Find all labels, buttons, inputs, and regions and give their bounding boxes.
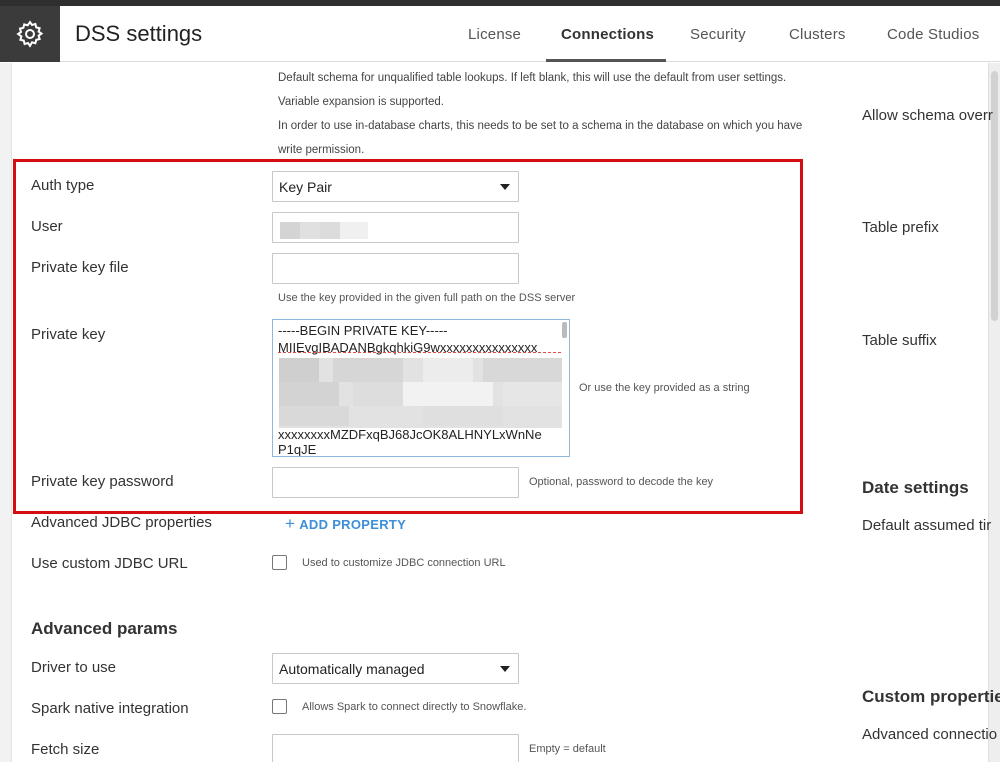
custom-properties-title: Custom propertie <box>862 687 1000 706</box>
tab-clusters[interactable]: Clusters <box>789 26 846 43</box>
chevron-down-icon <box>500 666 510 672</box>
fetch-size-label: Fetch size <box>31 741 100 758</box>
tab-security[interactable]: Security <box>690 26 746 43</box>
advanced-jdbc-label: Advanced JDBC properties <box>31 514 212 531</box>
gear-icon <box>16 20 44 48</box>
allow-schema-label: Allow schema overr <box>862 107 993 124</box>
driver-select[interactable]: Automatically managed <box>272 653 519 684</box>
left-gutter <box>0 63 12 762</box>
schema-description-1: Default schema for unqualified table loo… <box>278 72 787 84</box>
tab-license[interactable]: License <box>468 26 521 43</box>
table-prefix-label: Table prefix <box>862 219 939 236</box>
custom-jdbc-url-checkbox[interactable] <box>272 555 287 570</box>
driver-label: Driver to use <box>31 659 117 676</box>
add-property-label: ADD PROPERTY <box>299 517 407 532</box>
page-title: DSS settings <box>75 21 203 46</box>
schema-description-2: Variable expansion is supported. <box>278 96 445 108</box>
highlight-box <box>13 159 803 514</box>
custom-jdbc-url-hint: Used to customize JDBC connection URL <box>302 557 506 569</box>
active-tab-indicator <box>546 59 666 62</box>
plus-icon: + <box>285 514 296 533</box>
fetch-size-input[interactable] <box>272 734 519 762</box>
date-settings-title: Date settings <box>862 478 969 497</box>
schema-description-3: In order to use in-database charts, this… <box>278 120 803 132</box>
table-suffix-label: Table suffix <box>862 332 937 349</box>
spark-label: Spark native integration <box>31 700 189 717</box>
default-assumed-label: Default assumed tir <box>862 517 992 534</box>
advanced-params-title: Advanced params <box>31 619 178 638</box>
settings-gear-button[interactable] <box>0 6 60 62</box>
tab-connections[interactable]: Connections <box>561 26 654 43</box>
spark-hint: Allows Spark to connect directly to Snow… <box>302 701 527 713</box>
add-property-button[interactable]: + ADD PROPERTY <box>285 514 406 534</box>
custom-jdbc-url-label: Use custom JDBC URL <box>31 555 188 572</box>
driver-value: Automatically managed <box>279 660 425 677</box>
advanced-connection-label: Advanced connectio <box>862 726 998 743</box>
fetch-size-hint: Empty = default <box>529 743 606 755</box>
spark-checkbox[interactable] <box>272 699 287 714</box>
header: DSS settings License Connections Securit… <box>0 6 1000 62</box>
page-scrollbar[interactable] <box>988 63 1000 762</box>
tab-code-studios[interactable]: Code Studios <box>887 26 979 43</box>
